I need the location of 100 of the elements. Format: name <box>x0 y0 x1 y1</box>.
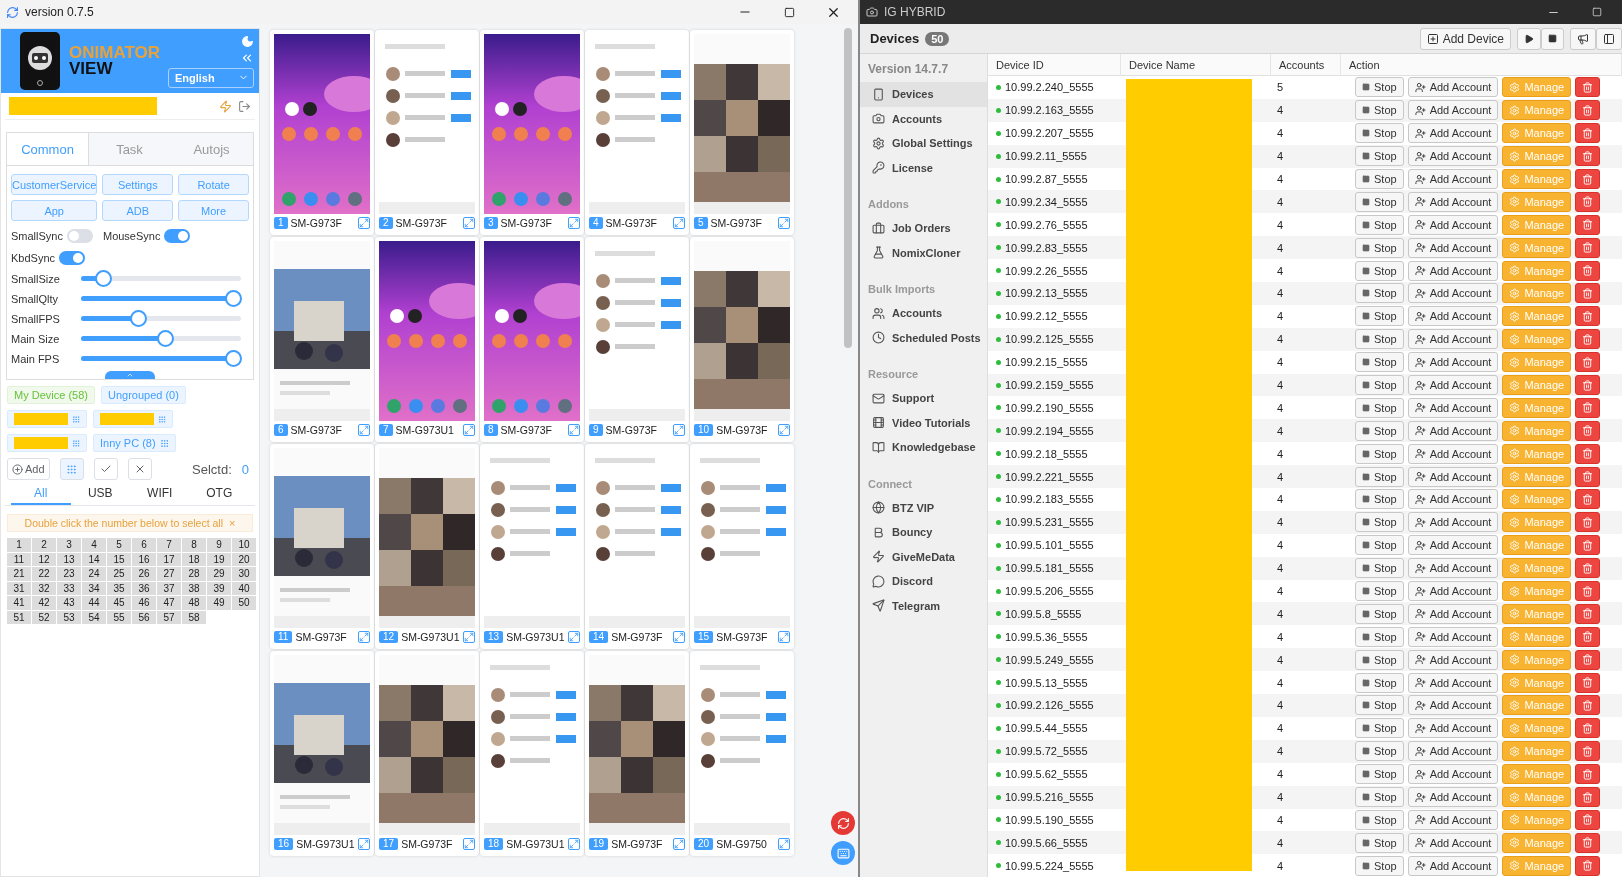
delete-button[interactable] <box>1575 77 1601 98</box>
phone-card[interactable]: 5 SM-G973F <box>690 30 794 235</box>
add-account-button[interactable]: Add Account <box>1407 397 1499 418</box>
stop-button[interactable]: Stop <box>1355 626 1404 647</box>
add-account-button[interactable]: Add Account <box>1407 764 1499 785</box>
number-cell[interactable]: 23 <box>57 567 81 581</box>
number-cell[interactable]: 31 <box>7 581 31 595</box>
panel-button[interactable] <box>1596 27 1622 50</box>
expand-button[interactable] <box>358 838 370 850</box>
stop-button[interactable]: Stop <box>1355 809 1404 830</box>
sidebar-item[interactable]: BTZ VIP <box>860 495 987 520</box>
number-cell[interactable]: 4 <box>82 538 106 552</box>
number-cell[interactable]: 26 <box>132 567 156 581</box>
scrollbar[interactable] <box>844 28 852 348</box>
number-cell[interactable]: 33 <box>57 581 81 595</box>
phone-card[interactable]: 7 SM-G973U1 <box>375 237 479 442</box>
stop-button[interactable] <box>1541 27 1564 50</box>
number-cell[interactable]: 56 <box>132 610 156 624</box>
stop-button[interactable]: Stop <box>1355 375 1404 395</box>
delete-button[interactable] <box>1575 146 1601 167</box>
phone-card[interactable]: 9 SM-G973F <box>585 237 689 442</box>
stop-button[interactable]: Stop <box>1355 649 1404 670</box>
add-account-button[interactable]: Add Account <box>1407 77 1499 98</box>
number-cell[interactable]: 2 <box>32 538 56 552</box>
number-cell[interactable]: 35 <box>107 581 131 595</box>
number-cell[interactable]: 1 <box>7 538 31 552</box>
logout-icon[interactable] <box>238 99 251 113</box>
delete-button[interactable] <box>1575 260 1601 281</box>
delete-button[interactable] <box>1575 283 1601 304</box>
phone-card[interactable]: 13 SM-G973U1 <box>480 444 584 649</box>
number-cell[interactable]: 27 <box>157 567 181 581</box>
add-account-button[interactable]: Add Account <box>1407 558 1499 579</box>
number-cell[interactable]: 44 <box>82 596 106 610</box>
delete-button[interactable] <box>1575 718 1601 739</box>
add-account-button[interactable]: Add Account <box>1407 237 1499 258</box>
delete-button[interactable] <box>1575 535 1601 556</box>
stop-button[interactable]: Stop <box>1355 832 1404 853</box>
number-cell[interactable]: 46 <box>132 596 156 610</box>
number-cell[interactable]: 20 <box>232 552 256 566</box>
add-account-button[interactable]: Add Account <box>1407 809 1499 830</box>
number-cell[interactable]: 55 <box>107 610 131 624</box>
phone-card[interactable]: 2 SM-G973F <box>375 30 479 235</box>
phone-card[interactable]: 3 SM-G973F <box>480 30 584 235</box>
phone-card[interactable]: 15 SM-G973F <box>690 444 794 649</box>
expand-button[interactable] <box>673 424 685 436</box>
expand-button[interactable] <box>358 424 370 436</box>
add-account-button[interactable]: Add Account <box>1407 695 1499 716</box>
expand-button[interactable] <box>673 631 685 643</box>
expand-button[interactable] <box>673 217 685 229</box>
expand-button[interactable] <box>568 631 580 643</box>
sidebar-item[interactable]: Video Tutorials <box>860 410 987 435</box>
number-cell[interactable]: 41 <box>7 596 31 610</box>
phone-card[interactable]: 18 SM-G973U1 <box>480 651 584 856</box>
slider[interactable] <box>81 310 241 328</box>
add-account-button[interactable]: Add Account <box>1407 146 1499 167</box>
stop-button[interactable]: Stop <box>1355 535 1404 556</box>
add-account-button[interactable]: Add Account <box>1407 352 1499 373</box>
add-account-button[interactable]: Add Account <box>1407 581 1499 602</box>
add-account-button[interactable]: Add Account <box>1407 306 1499 327</box>
number-cell[interactable]: 14 <box>82 552 106 566</box>
slider[interactable] <box>81 290 241 308</box>
stop-button[interactable]: Stop <box>1355 191 1404 212</box>
play-button[interactable] <box>1517 27 1541 50</box>
stop-button[interactable]: Stop <box>1355 100 1404 121</box>
number-cell[interactable]: 18 <box>182 552 206 566</box>
add-account-button[interactable]: Add Account <box>1407 512 1499 533</box>
number-cell[interactable]: 48 <box>182 596 206 610</box>
stop-button[interactable]: Stop <box>1355 787 1404 808</box>
maximize-icon[interactable] <box>783 6 795 18</box>
stop-button[interactable]: Stop <box>1355 306 1404 327</box>
add-account-button[interactable]: Add Account <box>1407 626 1499 647</box>
delete-button[interactable] <box>1575 809 1601 830</box>
stop-button[interactable]: Stop <box>1355 283 1404 304</box>
number-cell[interactable]: 32 <box>32 581 56 595</box>
expand-button[interactable] <box>463 217 475 229</box>
number-cell[interactable]: 49 <box>207 596 231 610</box>
add-account-button[interactable]: Add Account <box>1407 214 1499 235</box>
number-cell[interactable]: 8 <box>182 538 206 552</box>
number-cell[interactable]: 58 <box>182 610 206 624</box>
stop-button[interactable]: Stop <box>1355 397 1404 418</box>
delete-button[interactable] <box>1575 855 1601 876</box>
number-cell[interactable]: 45 <box>107 596 131 610</box>
number-cell[interactable]: 24 <box>82 567 106 581</box>
grid-button[interactable] <box>59 458 84 480</box>
bolt-icon[interactable] <box>219 99 232 113</box>
stop-button[interactable]: Stop <box>1355 260 1404 281</box>
delete-button[interactable] <box>1575 100 1601 121</box>
stop-button[interactable]: Stop <box>1355 169 1404 189</box>
number-cell[interactable]: 53 <box>57 610 81 624</box>
number-cell[interactable]: 38 <box>182 581 206 595</box>
sidebar-item[interactable]: Scheduled Posts <box>860 325 987 350</box>
stop-button[interactable]: Stop <box>1355 855 1404 876</box>
number-cell[interactable]: 12 <box>32 552 56 566</box>
sidebar-item[interactable]: Telegram <box>860 593 987 618</box>
number-cell[interactable]: 30 <box>232 567 256 581</box>
sidebar-item[interactable]: GiveMeData <box>860 544 987 569</box>
phone-card[interactable]: 11 SM-G973F <box>270 444 374 649</box>
delete-button[interactable] <box>1575 558 1601 579</box>
delete-button[interactable] <box>1575 512 1601 533</box>
delete-button[interactable] <box>1575 191 1601 212</box>
